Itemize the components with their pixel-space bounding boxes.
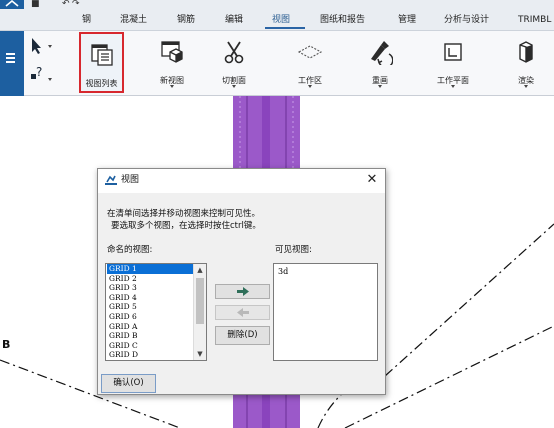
visible-views-list[interactable]: 3d: [273, 263, 378, 361]
cut-plane-icon: [224, 41, 244, 64]
dialog-title-bar[interactable]: 视图 ✕: [98, 169, 385, 193]
dialog-app-icon: [105, 175, 117, 185]
tab-concrete[interactable]: 混凝土: [120, 13, 147, 27]
cut-plane-button[interactable]: 切割面: [212, 31, 256, 93]
views-dialog: 视图 ✕ 在清单间选择并移动视图来控制可见性。 要选取多个视图，在选择时按住ct…: [97, 168, 386, 395]
visible-views-label: 可见视图:: [275, 245, 312, 255]
named-views-list[interactable]: GRID 1 GRID 2 GRID 3 GRID 4 GRID 5 GRID …: [105, 263, 207, 361]
chevron-down-icon: [232, 85, 236, 88]
named-views-scrollbar[interactable]: ▲ ▼: [193, 264, 206, 360]
list-item[interactable]: GRID 1: [107, 264, 193, 274]
menu-bar-line: [6, 61, 15, 63]
hint-line-2: 要选取多个视图，在选择时按住ctrl键。: [111, 221, 261, 231]
list-item[interactable]: GRID B: [107, 331, 193, 341]
active-tab-indicator: [265, 27, 305, 29]
work-area-button[interactable]: 工作区: [286, 31, 334, 93]
named-views-label: 命名的视图:: [107, 245, 153, 255]
redo-icon[interactable]: ↷: [72, 0, 80, 9]
remove-from-visible-button[interactable]: [215, 305, 270, 320]
chevron-down-icon: [524, 85, 528, 88]
view-list-button[interactable]: 视图列表: [79, 32, 124, 93]
app-logo: [0, 0, 24, 9]
ok-button[interactable]: 确认(O): [101, 374, 156, 393]
tab-analysis-design[interactable]: 分析与设计: [444, 13, 489, 27]
dialog-hint: 在清单间选择并移动视图来控制可见性。 要选取多个视图，在选择时按住ctrl键。: [107, 208, 261, 232]
list-item[interactable]: GRID 4: [107, 293, 193, 303]
undo-icon[interactable]: ↶: [62, 0, 70, 9]
save-icon[interactable]: ■: [31, 0, 40, 9]
tab-edit[interactable]: 编辑: [225, 13, 243, 27]
add-to-visible-button[interactable]: [215, 284, 270, 299]
svg-text:?: ?: [36, 65, 42, 79]
render-icon: [519, 41, 533, 63]
query-pointer-icon[interactable]: ?: [31, 65, 52, 81]
list-item[interactable]: GRID 2: [107, 274, 193, 284]
chevron-down-icon: [170, 85, 174, 88]
menu-bar-line: [6, 53, 15, 55]
menu-bar-line: [6, 57, 15, 59]
delete-button[interactable]: 删除(D): [215, 326, 270, 345]
list-item[interactable]: GRID D: [107, 350, 193, 360]
list-item[interactable]: GRID 5: [107, 302, 193, 312]
hint-line-1: 在清单间选择并移动视图来控制可见性。: [107, 209, 261, 219]
list-item[interactable]: GRID C: [107, 341, 193, 351]
scroll-down-icon[interactable]: ▼: [194, 348, 206, 360]
chevron-down-icon: [451, 85, 455, 88]
side-menu-button[interactable]: [0, 31, 24, 96]
list-item[interactable]: GRID 6: [107, 312, 193, 322]
new-view-button[interactable]: 新视图: [150, 31, 194, 93]
redraw-icon: [371, 41, 393, 65]
tab-steel[interactable]: 钢: [82, 13, 91, 27]
dialog-title: 视图: [121, 175, 140, 185]
work-area-icon: [297, 45, 323, 59]
scroll-thumb[interactable]: [196, 278, 204, 324]
new-view-icon: [161, 41, 183, 63]
work-plane-button[interactable]: 工作平面: [428, 31, 478, 93]
chevron-down-icon: [378, 85, 382, 88]
select-pointer-icon[interactable]: [32, 38, 52, 54]
tab-rebar[interactable]: 钢筋: [177, 13, 195, 27]
redraw-button[interactable]: 重画: [358, 31, 402, 93]
app-logo-icon: [5, 0, 19, 7]
view-list-label: 视图列表: [85, 79, 118, 88]
render-button[interactable]: 渲染: [506, 31, 546, 93]
tab-view[interactable]: 视图: [272, 13, 290, 27]
list-item[interactable]: GRID A: [107, 322, 193, 332]
add-arrow-icon: [236, 287, 249, 296]
list-item[interactable]: GRID 3: [107, 283, 193, 293]
close-icon[interactable]: ✕: [365, 173, 379, 187]
pointer-tools: ?: [26, 33, 62, 91]
list-item[interactable]: 3d: [278, 267, 288, 276]
grid-label: B: [2, 338, 11, 351]
chevron-down-icon: [308, 85, 312, 88]
tab-trimble[interactable]: TRIMBL: [518, 13, 551, 27]
work-plane-icon: [444, 43, 462, 61]
scroll-up-icon[interactable]: ▲: [194, 264, 206, 276]
view-list-icon: [90, 44, 113, 66]
remove-arrow-icon: [236, 308, 249, 317]
tab-drawings-reports[interactable]: 图纸和报告: [320, 13, 365, 27]
tab-manage[interactable]: 管理: [398, 13, 416, 27]
title-bar: ■ ↶ ↷: [0, 0, 554, 9]
